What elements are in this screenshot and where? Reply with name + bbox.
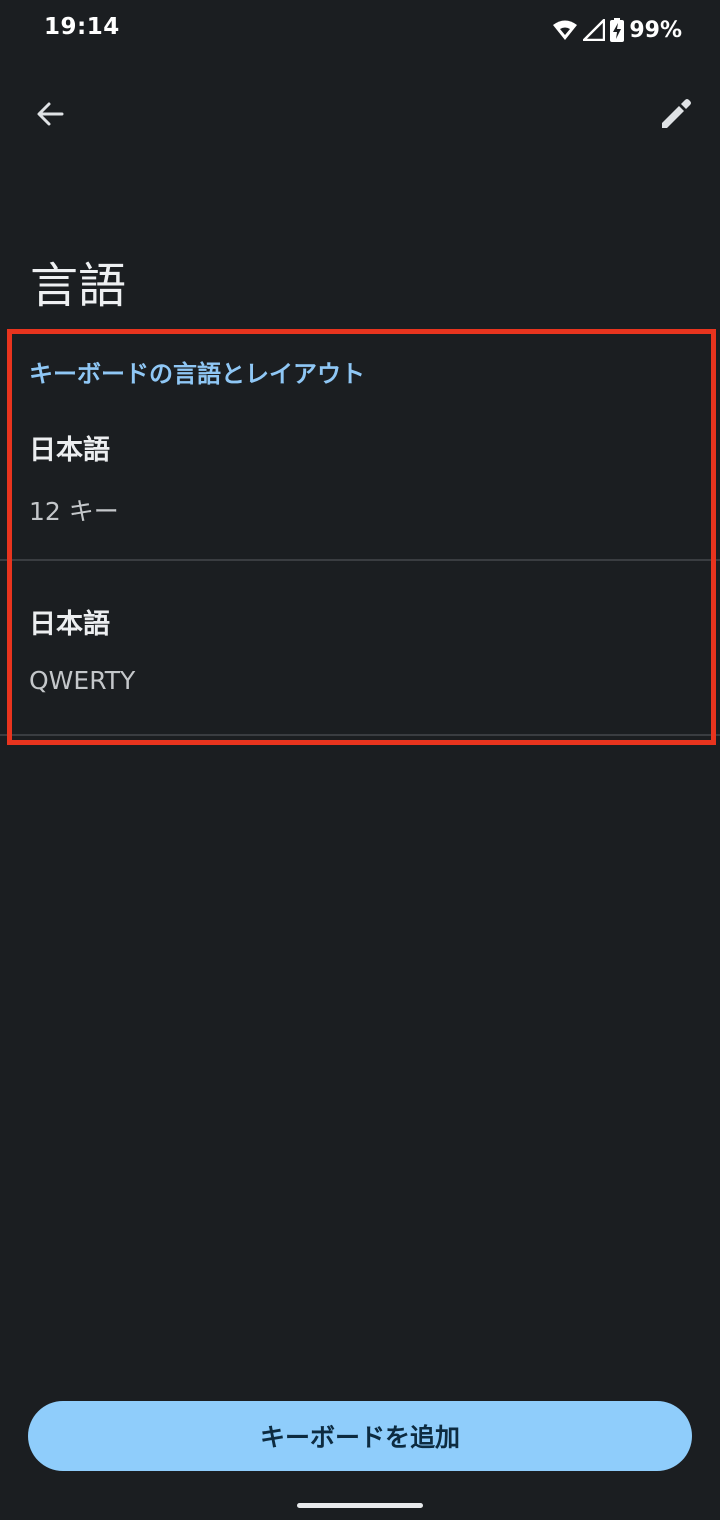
language-item-japanese-12key[interactable]: 日本語 12 キー	[0, 400, 720, 560]
edit-button[interactable]	[652, 90, 700, 138]
status-icons: 99%	[552, 16, 682, 44]
list-item-subtitle: QWERTY	[29, 666, 136, 695]
status-bar: 19:14 99%	[0, 0, 720, 60]
list-item-subtitle: 12 キー	[29, 497, 119, 526]
wifi-icon	[553, 20, 578, 40]
arrow-back-icon	[37, 102, 64, 126]
list-item-title: 日本語	[29, 435, 110, 466]
status-time: 19:14	[44, 14, 120, 40]
section-header: キーボードの言語とレイアウト	[29, 360, 365, 388]
divider	[0, 559, 720, 561]
battery-percentage: 99%	[629, 17, 682, 43]
screen: 19:14 99% 言語 キーボードの言語とレイアウト 日本語 12 キー 日本…	[0, 0, 720, 1520]
language-item-japanese-qwerty[interactable]: 日本語 QWERTY	[0, 562, 720, 734]
signal-icon	[583, 19, 606, 41]
list-item-title: 日本語	[29, 609, 110, 640]
back-button[interactable]	[26, 90, 74, 138]
page-title: 言語	[30, 258, 127, 314]
add-keyboard-button[interactable]: キーボードを追加	[28, 1401, 692, 1471]
divider	[0, 734, 720, 736]
navigation-handle[interactable]	[297, 1503, 423, 1508]
battery-charging-icon	[610, 18, 625, 42]
pencil-icon	[662, 99, 691, 128]
